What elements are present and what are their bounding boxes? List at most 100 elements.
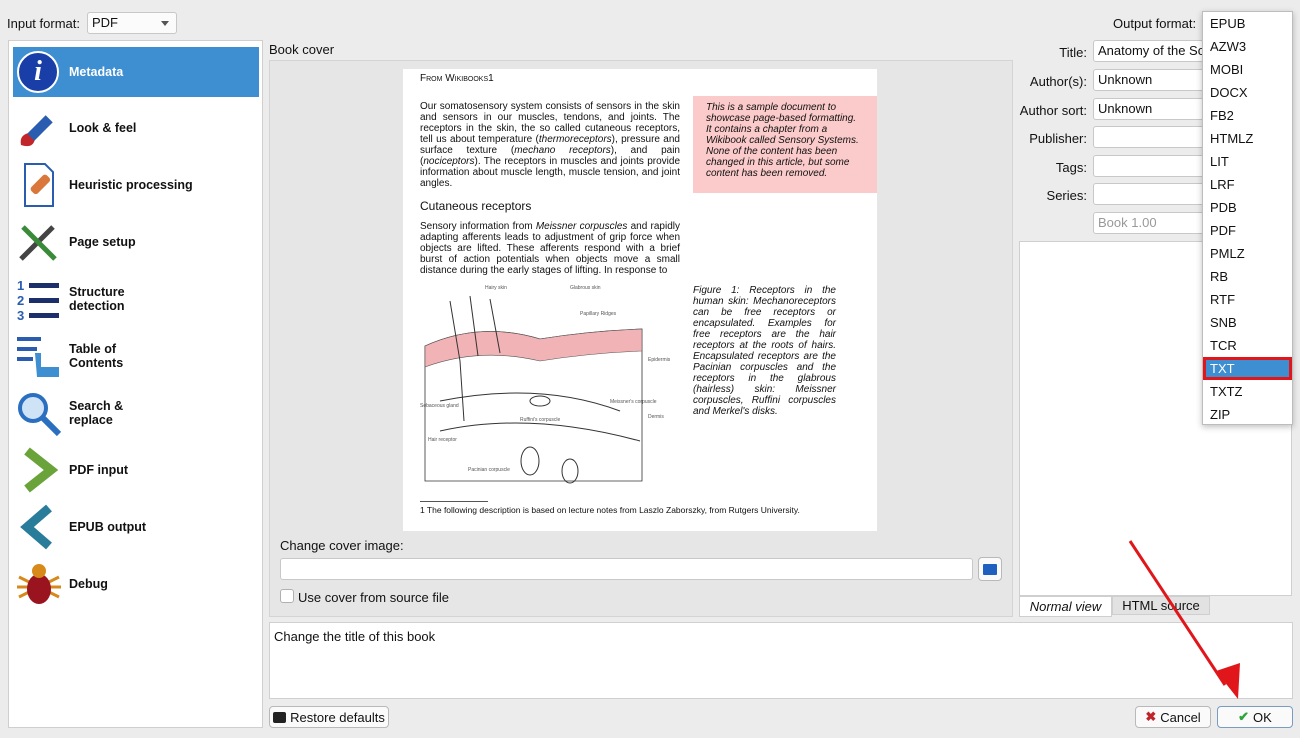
sidebar-item-label: Table of Contents xyxy=(69,342,124,370)
author-sort-input[interactable]: Unknown xyxy=(1093,98,1208,120)
restore-defaults-button[interactable]: Restore defaults xyxy=(269,706,389,728)
sidebar-item-metadata[interactable]: i Metadata xyxy=(13,47,259,97)
output-format-dropdown[interactable]: EPUB AZW3 MOBI DOCX FB2 HTMLZ LIT LRF PDB PDF PMLZ… xyxy=(1202,11,1293,425)
publisher-label: Publisher: xyxy=(1029,131,1087,146)
tags-input[interactable] xyxy=(1093,155,1208,177)
authors-label: Author(s): xyxy=(1029,74,1087,89)
footnote: 1 The following description is based on … xyxy=(420,505,800,515)
output-format-option[interactable]: AZW3 xyxy=(1203,35,1292,58)
sidebar-item-search-replace[interactable]: Search & replace xyxy=(13,388,259,438)
use-source-cover-checkbox[interactable] xyxy=(280,589,294,603)
folder-open-icon xyxy=(983,563,997,575)
output-format-option[interactable]: LRF xyxy=(1203,173,1292,196)
svg-text:1: 1 xyxy=(17,278,24,293)
sidebar: i Metadata Look & feel Heuristic process… xyxy=(8,40,263,728)
tab-html-source[interactable]: HTML source xyxy=(1112,596,1210,615)
output-format-option[interactable]: PMLZ xyxy=(1203,242,1292,265)
output-format-label: Output format: xyxy=(1113,16,1197,31)
output-format-option[interactable]: TXTZ xyxy=(1203,380,1292,403)
help-text-box: Change the title of this book xyxy=(269,622,1293,699)
sidebar-item-look-feel[interactable]: Look & feel xyxy=(13,103,259,153)
output-format-option[interactable]: RB xyxy=(1203,265,1292,288)
cancel-button[interactable]: ✖ Cancel xyxy=(1135,706,1211,728)
svg-text:3: 3 xyxy=(17,308,24,322)
chevron-left-icon xyxy=(15,504,63,550)
sidebar-item-label: Search & replace xyxy=(69,399,124,427)
info-icon: i xyxy=(15,49,63,95)
svg-text:Meissner's corpuscle: Meissner's corpuscle xyxy=(610,399,657,405)
page-paragraph: Our somatosensory system consists of sen… xyxy=(420,101,680,189)
input-format-value: PDF xyxy=(92,15,118,30)
footnote-rule xyxy=(420,501,488,502)
svg-text:Hair receptor: Hair receptor xyxy=(428,437,457,443)
series-index-input[interactable]: Book 1.00 xyxy=(1093,212,1208,234)
paintbrush-icon xyxy=(15,105,63,151)
cancel-label: Cancel xyxy=(1160,709,1201,725)
output-format-option[interactable]: MOBI xyxy=(1203,58,1292,81)
output-format-option[interactable]: FB2 xyxy=(1203,104,1292,127)
ok-label: OK xyxy=(1253,709,1272,725)
sidebar-item-heuristic[interactable]: Heuristic processing xyxy=(13,160,259,210)
series-label: Series: xyxy=(1046,188,1087,203)
svg-text:Sebaceous gland: Sebaceous gland xyxy=(420,403,459,409)
change-cover-label: Change cover image: xyxy=(280,538,404,553)
sidebar-item-epub-output[interactable]: EPUB output xyxy=(13,502,259,552)
tab-normal-view[interactable]: Normal view xyxy=(1019,596,1112,617)
sidebar-item-structure[interactable]: 123 Structure detection xyxy=(13,274,259,324)
page-paragraph: Sensory information from Meissner corpus… xyxy=(420,221,680,276)
sidebar-item-label: PDF input xyxy=(69,463,129,477)
book-cover-heading: Book cover xyxy=(269,42,335,57)
output-format-option[interactable]: RTF xyxy=(1203,288,1292,311)
output-format-option[interactable]: EPUB xyxy=(1203,12,1292,35)
sidebar-item-label: Structure detection xyxy=(69,285,125,313)
output-format-option[interactable]: DOCX xyxy=(1203,81,1292,104)
toc-hand-icon xyxy=(15,333,63,379)
output-format-option[interactable]: HTMLZ xyxy=(1203,127,1292,150)
cover-image: From Wikibooks1 Our somatosensory system… xyxy=(403,69,877,531)
sidebar-item-label: Look & feel xyxy=(69,121,137,135)
output-format-option[interactable]: TCR xyxy=(1203,334,1292,357)
title-input[interactable]: Anatomy of the Somatosensory System xyxy=(1093,40,1208,62)
output-format-option[interactable]: ZIP xyxy=(1203,403,1292,426)
sidebar-item-label: EPUB output xyxy=(69,520,147,534)
chevron-right-icon xyxy=(15,447,63,493)
tools-icon xyxy=(15,219,63,265)
svg-text:2: 2 xyxy=(17,293,24,308)
use-source-cover-label: Use cover from source file xyxy=(298,590,449,605)
output-format-option[interactable]: SNB xyxy=(1203,311,1292,334)
help-text: Change the title of this book xyxy=(274,629,436,644)
cover-path-input[interactable] xyxy=(280,558,973,580)
sidebar-item-label: Page setup xyxy=(69,235,136,249)
author-sort-label: Author sort: xyxy=(1019,103,1087,118)
sidebar-item-label: Debug xyxy=(69,577,108,591)
x-icon: ✖ xyxy=(1145,709,1157,724)
output-format-option[interactable]: LIT xyxy=(1203,150,1292,173)
restore-icon xyxy=(273,711,287,723)
sidebar-item-label: Heuristic processing xyxy=(69,178,193,192)
sidebar-item-pdf-input[interactable]: PDF input xyxy=(13,445,259,495)
publisher-input[interactable] xyxy=(1093,126,1208,148)
svg-text:Epidermis: Epidermis xyxy=(648,357,671,363)
sidebar-item-debug[interactable]: Debug xyxy=(13,559,259,609)
figure-caption: Figure 1: Receptors in the human skin: M… xyxy=(693,285,836,417)
series-input[interactable] xyxy=(1093,183,1208,205)
output-format-option[interactable]: TXT xyxy=(1203,357,1292,380)
sidebar-item-page-setup[interactable]: Page setup xyxy=(13,217,259,267)
sidebar-item-toc[interactable]: Table of Contents xyxy=(13,331,259,381)
output-format-option[interactable]: PDF xyxy=(1203,219,1292,242)
sidebar-item-label: Metadata xyxy=(69,65,124,79)
magnifier-icon xyxy=(15,390,63,437)
svg-text:Pacinian corpuscle: Pacinian corpuscle xyxy=(468,467,510,473)
bandage-document-icon xyxy=(15,162,63,208)
ok-button[interactable]: ✔ OK xyxy=(1217,706,1293,728)
page-header: From Wikibooks1 xyxy=(420,73,494,84)
input-format-select[interactable]: PDF xyxy=(87,12,177,34)
title-label: Title: xyxy=(1059,45,1087,60)
svg-text:Ruffini's corpuscle: Ruffini's corpuscle xyxy=(520,417,561,423)
dropdown-arrow-icon xyxy=(161,21,169,26)
authors-input[interactable]: Unknown xyxy=(1093,69,1208,91)
browse-cover-button[interactable] xyxy=(978,557,1002,581)
output-format-option[interactable]: PDB xyxy=(1203,196,1292,219)
svg-text:Hairy skin: Hairy skin xyxy=(485,285,507,291)
tags-label: Tags: xyxy=(1055,160,1087,175)
